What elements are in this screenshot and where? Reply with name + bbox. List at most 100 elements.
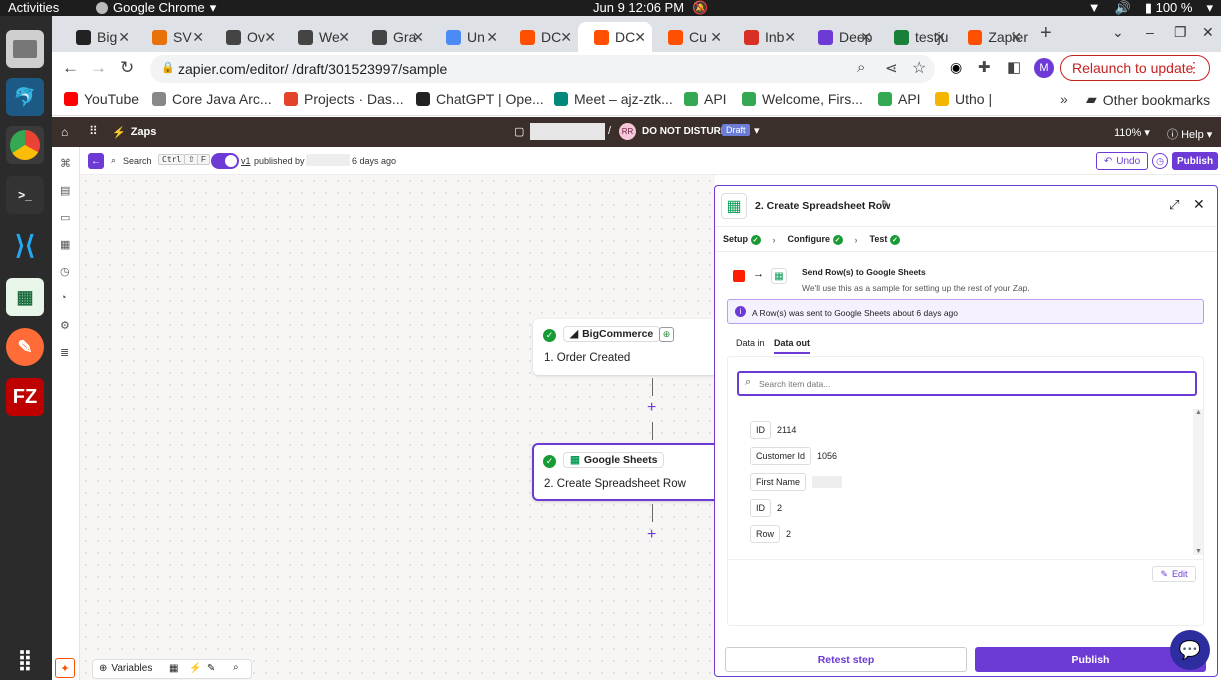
bolt-icon[interactable]: ⚡ — [189, 663, 201, 674]
bookmark-item[interactable]: Meet – ajz-ztk... — [554, 91, 673, 107]
minimize-icon[interactable]: – — [1146, 24, 1154, 40]
rail-apps-icon[interactable]: ⌘ — [60, 157, 71, 170]
undo-button[interactable]: ↶ Undo — [1096, 152, 1148, 170]
rail-settings-icon[interactable]: ⚙ — [60, 319, 70, 332]
forward-icon[interactable]: → — [90, 58, 107, 78]
add-step-button[interactable]: + — [647, 399, 656, 417]
search-item-input[interactable] — [759, 376, 1189, 391]
tab-close-icon[interactable]: ✕ — [192, 29, 204, 46]
search-label[interactable]: Search — [123, 156, 152, 166]
extensions-icon[interactable]: ✚ — [978, 58, 991, 76]
chrome-icon[interactable] — [6, 126, 44, 164]
spreadsheet-icon[interactable]: ▦ — [6, 278, 44, 316]
edit-button[interactable]: ✎ Edit — [1152, 566, 1196, 582]
bookmark-item[interactable]: Utho | — [935, 91, 992, 107]
tab-close-icon[interactable]: ✕ — [860, 29, 872, 46]
tab-close-icon[interactable]: ✕ — [486, 29, 498, 46]
zaps-link[interactable]: ⚡ Zaps — [112, 126, 156, 139]
rail-comment-icon[interactable]: ▭ — [60, 211, 70, 224]
history-icon[interactable]: ◷ — [1152, 153, 1168, 169]
maximize-icon[interactable]: ❐ — [1174, 24, 1187, 41]
tab[interactable]: Zapier ✕ — [952, 22, 1028, 52]
home-icon[interactable]: ⌂ — [61, 125, 68, 139]
rename-pencil-icon[interactable]: ✎ — [881, 199, 889, 210]
window-close-icon[interactable]: ✕ — [1202, 24, 1214, 41]
zap-on-toggle[interactable] — [211, 153, 239, 169]
bookmark-item[interactable]: YouTube — [64, 91, 139, 107]
rail-versions-icon[interactable]: ≣ — [60, 346, 69, 359]
app-menu[interactable]: Google Chrome ▾ — [96, 0, 216, 16]
tab-search-icon[interactable]: ⌄ — [1112, 24, 1124, 41]
tab-close-icon[interactable]: ✕ — [412, 29, 424, 46]
back-to-zaps-button[interactable]: ← — [88, 153, 104, 169]
clock[interactable]: Jun 9 12:06 PM 🔕 — [593, 0, 708, 16]
tab-close-icon[interactable]: ✕ — [634, 29, 646, 46]
tab-close-icon[interactable]: ✕ — [934, 29, 946, 46]
tab-close-icon[interactable]: ✕ — [338, 29, 350, 46]
scrollbar[interactable]: ▲ ▼ — [1193, 409, 1203, 555]
close-icon[interactable]: ✕ — [1193, 196, 1205, 213]
tab[interactable]: DC ✕ — [578, 22, 652, 52]
tab[interactable]: Un ✕ — [430, 22, 504, 52]
chat-support-icon[interactable]: 💬 — [1170, 630, 1210, 670]
items-scroll[interactable]: ID 2114 Customer Id 1056 First Name ID 2 Ro… — [728, 409, 1203, 555]
share-icon[interactable]: ⋖ — [885, 59, 898, 77]
extension-panda-icon[interactable]: ◉ — [950, 59, 962, 76]
tab[interactable]: testju ✕ — [878, 22, 952, 52]
tab-close-icon[interactable]: ✕ — [710, 29, 722, 46]
tab-close-icon[interactable]: ✕ — [264, 29, 276, 46]
help-menu[interactable]: ⓘ Help ▾ — [1167, 126, 1212, 142]
filezilla-icon[interactable]: FZ — [6, 378, 44, 416]
postman-icon[interactable]: ✎ — [6, 328, 44, 366]
tab-close-icon[interactable]: ✕ — [784, 29, 796, 46]
wrench-icon[interactable]: ✎ — [207, 663, 215, 674]
bookmark-item[interactable]: API — [684, 91, 727, 107]
bookmark-item[interactable]: ChatGPT | Ope... — [416, 91, 544, 107]
more-bookmarks-icon[interactable]: » — [1060, 91, 1068, 107]
zoom-icon[interactable]: ⌕ — [857, 59, 865, 76]
files-icon[interactable] — [6, 30, 44, 68]
tab[interactable]: DC ✕ — [504, 22, 578, 52]
vscode-icon[interactable]: ⟩⟨ — [6, 226, 44, 264]
zoom-search-icon[interactable]: ⌕ — [233, 662, 239, 673]
rail-calendar-icon[interactable]: ▦ — [60, 238, 70, 251]
tab[interactable]: We ✕ — [282, 22, 356, 52]
zap-menu-chevron-icon[interactable]: ▾ — [754, 124, 760, 137]
profile-avatar[interactable]: M — [1034, 58, 1054, 78]
relaunch-button[interactable]: Relaunch to update ⋮ — [1060, 55, 1210, 81]
tab-close-icon[interactable]: ✕ — [560, 29, 572, 46]
tab[interactable]: Deep ✕ — [802, 22, 878, 52]
bookmark-item[interactable]: API — [878, 91, 921, 107]
tab[interactable]: Inb ✕ — [728, 22, 802, 52]
new-tab-icon[interactable]: + — [1040, 22, 1052, 45]
tab[interactable]: Ov ✕ — [210, 22, 282, 52]
bookmark-star-icon[interactable]: ☆ — [912, 58, 926, 78]
zap-name[interactable]: DO NOT DISTURB — [642, 126, 728, 137]
expand-icon[interactable]: ⤢ — [1169, 197, 1179, 213]
tab[interactable]: Gra ✕ — [356, 22, 430, 52]
add-step-button[interactable]: + — [647, 526, 656, 544]
tab-data-in[interactable]: Data in — [736, 338, 765, 348]
retest-step-button[interactable]: Retest step — [725, 647, 967, 672]
omnibox[interactable]: 🔒 zapier.com/editor/ /draft/301523997/sa… — [150, 55, 935, 83]
search-item-field[interactable]: ⌕ — [737, 371, 1197, 396]
other-bookmarks[interactable]: ▰ Other bookmarks — [1086, 91, 1210, 108]
bookmark-item[interactable]: Projects · Das... — [284, 91, 404, 107]
tab-setup[interactable]: Setup ✓ — [723, 234, 761, 245]
tab[interactable]: Big ✕ — [60, 22, 136, 52]
tab-close-icon[interactable]: ✕ — [118, 29, 130, 46]
publish-top-button[interactable]: Publish — [1172, 152, 1218, 170]
rail-assistant-icon[interactable]: ✦ — [55, 658, 75, 678]
trigger-step-card[interactable]: ✓ ◢ BigCommerce ⊕ 1. Order Created — [533, 319, 733, 375]
action-step-card[interactable]: ✓ ▦ Google Sheets 2. Create Spreadsheet R… — [532, 443, 733, 501]
show-apps-icon[interactable]: ⣿ — [6, 640, 44, 678]
bookmark-item[interactable]: Core Java Arc... — [152, 91, 272, 107]
tab-close-icon[interactable]: ✕ — [1010, 29, 1022, 46]
back-icon[interactable]: ← — [62, 58, 79, 78]
mysql-workbench-icon[interactable]: 🐬 — [6, 78, 44, 116]
user-avatar[interactable]: RR — [619, 123, 636, 140]
bookmark-item[interactable]: Welcome, Firs... — [742, 91, 863, 107]
terminal-icon[interactable]: >_ — [6, 176, 44, 214]
tab-test[interactable]: Test ✓ — [870, 234, 900, 245]
apps-grid-icon[interactable]: ⠿ — [89, 124, 98, 138]
